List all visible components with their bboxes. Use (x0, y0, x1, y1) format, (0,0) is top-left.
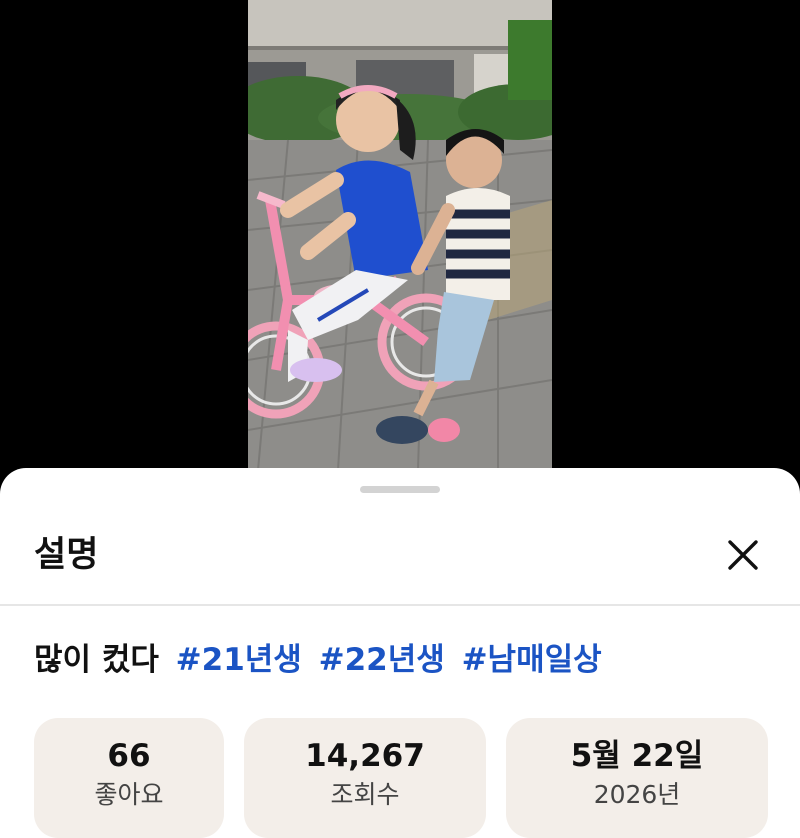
video-frame-image (248, 0, 552, 470)
sheet-divider (0, 604, 800, 606)
views-count: 14,267 (305, 738, 425, 774)
hashtag-link[interactable]: #남매일상 (462, 642, 602, 678)
upload-year: 2026년 (593, 780, 681, 809)
description-text: 많이 컸다 (34, 642, 159, 678)
likes-label: 좋아요 (94, 780, 164, 809)
sheet-grabber[interactable] (360, 486, 440, 493)
close-icon (728, 540, 758, 570)
close-button[interactable] (718, 530, 768, 580)
upload-date: 5월 22일 (570, 738, 704, 774)
hashtag-link[interactable]: #22년생 (319, 642, 445, 678)
hashtag-link[interactable]: #21년생 (176, 642, 302, 678)
sheet-title: 설명 (34, 535, 99, 575)
likes-count: 66 (107, 738, 151, 774)
app-screen: 설명 많이 컸다 #21년생 #22년생 #남매일상 66 좋아요 14,267… (0, 0, 800, 838)
video-player[interactable] (248, 0, 552, 470)
description-sheet: 설명 많이 컸다 #21년생 #22년생 #남매일상 66 좋아요 14,267… (0, 468, 800, 838)
video-description: 많이 컸다 #21년생 #22년생 #남매일상 (34, 638, 602, 682)
views-stat-card: 14,267 조회수 (244, 718, 486, 838)
views-label: 조회수 (330, 780, 400, 809)
likes-stat-card: 66 좋아요 (34, 718, 224, 838)
date-stat-card: 5월 22일 2026년 (506, 718, 768, 838)
